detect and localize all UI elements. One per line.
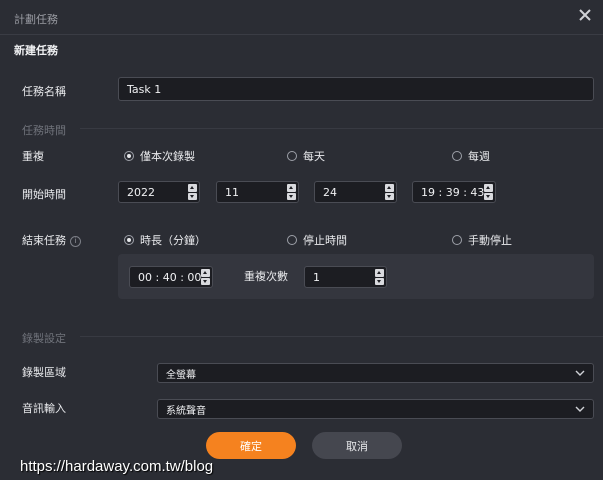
end-option-stop-time[interactable]: 停止時間 [287, 232, 347, 248]
radio-icon [452, 151, 462, 161]
record-area-value: 全螢幕 [166, 369, 196, 381]
task-name-label: 任務名稱 [22, 85, 66, 98]
start-clock-value: 19 : 39 : 43 [421, 185, 485, 199]
end-task-label: 結束任務 i [22, 232, 81, 248]
close-icon[interactable] [578, 8, 592, 22]
radio-icon [452, 235, 462, 245]
end-option-manual[interactable]: 手動停止 [452, 232, 512, 248]
spin-buttons[interactable] [385, 184, 394, 200]
section-recording-settings: 錄製設定 [22, 332, 66, 345]
spin-up-icon[interactable] [484, 184, 493, 192]
task-name-value: Task 1 [127, 82, 162, 96]
watermark-url: https://hardaway.com.tw/blog [20, 458, 214, 475]
section-task-time: 任務時間 [22, 124, 66, 137]
start-day-value: 24 [323, 185, 337, 199]
audio-input-label: 音訊輸入 [22, 402, 66, 415]
record-area-label: 錄製區域 [22, 366, 66, 379]
spin-down-icon[interactable] [188, 192, 197, 200]
spin-up-icon[interactable] [188, 184, 197, 192]
start-clock-stepper[interactable]: 19 : 39 : 43 [412, 181, 496, 203]
repeat-label: 重複 [22, 150, 44, 163]
confirm-button[interactable]: 確定 [206, 432, 296, 459]
radio-selected-icon [124, 151, 134, 161]
repeat-option-once-label: 僅本次錄製 [140, 150, 195, 163]
end-option-stop-time-label: 停止時間 [303, 234, 347, 247]
spin-buttons[interactable] [484, 184, 493, 200]
spin-up-icon[interactable] [287, 184, 296, 192]
start-month-stepper[interactable]: 11 [216, 181, 299, 203]
repeat-option-weekly[interactable]: 每週 [452, 148, 490, 164]
duration-value: 00 : 40 : 00 [138, 270, 202, 284]
spin-buttons[interactable] [201, 269, 210, 285]
spin-down-icon[interactable] [375, 277, 384, 285]
spin-up-icon[interactable] [375, 269, 384, 277]
repeat-option-daily-label: 每天 [303, 150, 325, 163]
repeat-option-once[interactable]: 僅本次錄製 [124, 148, 195, 164]
spin-down-icon[interactable] [287, 192, 296, 200]
start-year-value: 2022 [127, 185, 155, 199]
end-task-label-text: 結束任務 [22, 234, 66, 247]
end-option-duration[interactable]: 時長（分鐘） [124, 232, 206, 248]
end-option-manual-label: 手動停止 [468, 234, 512, 247]
start-time-label: 開始時間 [22, 188, 66, 201]
end-option-duration-label: 時長（分鐘） [140, 234, 206, 247]
section-divider [80, 128, 603, 129]
repeat-option-weekly-label: 每週 [468, 150, 490, 163]
dialog-heading: 新建任務 [14, 44, 58, 57]
spin-down-icon[interactable] [385, 192, 394, 200]
record-area-select[interactable]: 全螢幕 [157, 363, 594, 383]
start-month-value: 11 [225, 185, 239, 199]
spin-up-icon[interactable] [201, 269, 210, 277]
chevron-down-icon [575, 370, 585, 376]
title-divider [0, 34, 603, 35]
audio-input-value: 系統聲音 [166, 405, 206, 417]
repeat-count-label: 重複次數 [244, 270, 288, 283]
repeat-count-stepper[interactable]: 1 [304, 266, 387, 288]
radio-selected-icon [124, 235, 134, 245]
start-year-stepper[interactable]: 2022 [118, 181, 200, 203]
section-divider [80, 336, 603, 337]
radio-icon [287, 235, 297, 245]
audio-input-select[interactable]: 系統聲音 [157, 399, 594, 419]
duration-stepper[interactable]: 00 : 40 : 00 [129, 266, 213, 288]
task-name-input[interactable]: Task 1 [118, 77, 594, 101]
cancel-button[interactable]: 取消 [312, 432, 402, 459]
title-bar [0, 0, 603, 34]
repeat-option-daily[interactable]: 每天 [287, 148, 325, 164]
window-title: 計劃任務 [14, 13, 58, 26]
repeat-count-value: 1 [313, 270, 320, 284]
chevron-down-icon [575, 406, 585, 412]
radio-icon [287, 151, 297, 161]
spin-buttons[interactable] [188, 184, 197, 200]
spin-down-icon[interactable] [484, 192, 493, 200]
spin-buttons[interactable] [375, 269, 384, 285]
info-icon[interactable]: i [70, 235, 81, 247]
spin-buttons[interactable] [287, 184, 296, 200]
start-day-stepper[interactable]: 24 [314, 181, 397, 203]
spin-down-icon[interactable] [201, 277, 210, 285]
spin-up-icon[interactable] [385, 184, 394, 192]
